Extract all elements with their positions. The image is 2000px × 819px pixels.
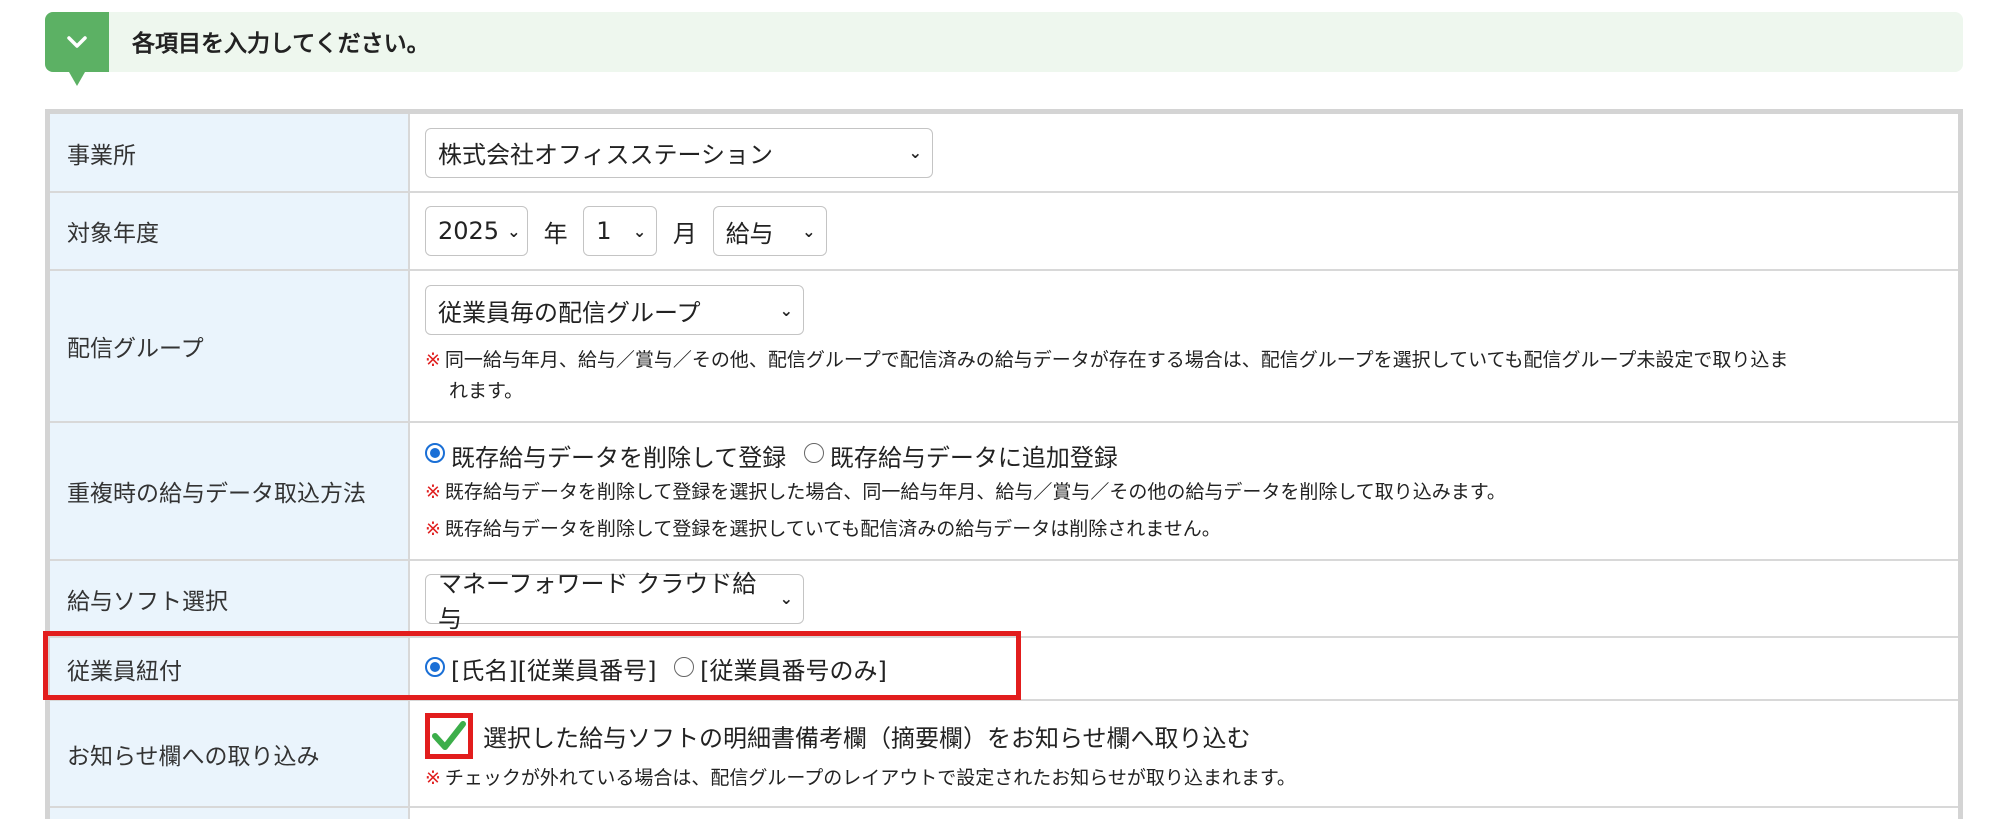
duplicate-option-append[interactable]: 既存給与データに追加登録 xyxy=(830,444,1118,472)
duplicate-radio-group: 既存給与データを削除して登録 既存給与データに追加登録 xyxy=(425,438,1958,473)
payment-type-select-value: 給与 xyxy=(725,219,774,248)
group-label: 配信グループ xyxy=(50,270,410,423)
next-label xyxy=(50,807,410,819)
chevron-down-icon: ⌄ xyxy=(507,221,521,241)
notice-note-text: チェックが外れている場合は、配信グループのレイアウトで設定されたお知らせが取り込… xyxy=(444,767,1296,789)
notice-note: ※ チェックが外れている場合は、配信グループのレイアウトで設定されたお知らせが取り… xyxy=(425,763,1958,794)
office-cell: 株式会社オフィスステーション ⌄ xyxy=(409,114,1958,193)
notice-checkbox-row: 選択した給与ソフトの明細書備考欄（摘要欄）をお知らせ欄へ取り込む xyxy=(425,713,1958,759)
employee-link-option-name-number[interactable]: [氏名][従業員番号] xyxy=(451,657,656,685)
import-settings-form: 事業所 株式会社オフィスステーション ⌄ 対象年度 2025 ⌄ 年 1 ⌄ 月… xyxy=(45,109,1963,819)
row-period: 対象年度 2025 ⌄ 年 1 ⌄ 月 給与 ⌄ xyxy=(50,192,1958,271)
office-select[interactable]: 株式会社オフィスステーション ⌄ xyxy=(425,127,933,178)
period-cell: 2025 ⌄ 年 1 ⌄ 月 給与 ⌄ xyxy=(409,192,1958,271)
employee-link-radio-name-number[interactable] xyxy=(425,656,445,677)
year-unit: 年 xyxy=(543,219,568,248)
note-mark: ※ xyxy=(425,767,441,789)
office-select-value: 株式会社オフィスステーション xyxy=(438,141,774,169)
duplicate-note-2: ※ 既存給与データを削除して登録を選択していても配信済みの給与データは削除されませ… xyxy=(425,514,1958,545)
chevron-down-icon: ⌄ xyxy=(802,221,816,241)
duplicate-note-1-text: 既存給与データを削除して登録を選択した場合、同一給与年月、給与／賞与／その他の給… xyxy=(444,480,1506,503)
year-select-value: 2025 xyxy=(438,217,500,245)
month-select[interactable]: 1 ⌄ xyxy=(583,206,658,256)
duplicate-radio-append[interactable] xyxy=(803,443,824,463)
group-select-value: 従業員毎の配信グループ xyxy=(438,298,701,327)
chevron-down-icon: ⌄ xyxy=(908,143,922,162)
employee-link-option-number-only[interactable]: [従業員番号のみ] xyxy=(700,657,887,685)
duplicate-option-delete[interactable]: 既存給与データを削除して登録 xyxy=(451,444,786,472)
row-notice: お知らせ欄への取り込み 選択した給与ソフトの明細書備考欄（摘要欄）をお知らせ欄へ… xyxy=(50,700,1958,808)
row-next xyxy=(50,807,1958,819)
month-select-value: 1 xyxy=(596,217,612,245)
software-cell: マネーフォワード クラウド給与 ⌄ xyxy=(409,560,1958,638)
next-cell xyxy=(409,807,1958,819)
row-software: 給与ソフト選択 マネーフォワード クラウド給与 ⌄ xyxy=(50,560,1958,638)
notice-cell: 選択した給与ソフトの明細書備考欄（摘要欄）をお知らせ欄へ取り込む ※ チェックが外… xyxy=(409,700,1958,808)
month-unit: 月 xyxy=(672,219,697,248)
row-duplicate: 重複時の給与データ取込方法 既存給与データを削除して登録 既存給与データに追加登… xyxy=(50,422,1958,561)
duplicate-label: 重複時の給与データ取込方法 xyxy=(50,422,410,561)
chevron-down-icon: ⌄ xyxy=(632,221,647,241)
notice-label: お知らせ欄への取り込み xyxy=(50,700,410,808)
row-group: 配信グループ 従業員毎の配信グループ ⌄ ※ 同一給与年月、給与／賞与／その他、配… xyxy=(50,270,1958,423)
group-note-line1: 同一給与年月、給与／賞与／その他、配信グループで配信済みの給与データが存在する場… xyxy=(444,349,1789,371)
chevron-down-icon: ⌄ xyxy=(779,300,793,320)
payment-type-select[interactable]: 給与 ⌄ xyxy=(712,206,827,256)
software-select[interactable]: マネーフォワード クラウド給与 ⌄ xyxy=(425,570,804,633)
duplicate-radio-delete[interactable] xyxy=(425,443,445,463)
group-note: ※ 同一給与年月、給与／賞与／その他、配信グループで配信済みの給与データが存在する… xyxy=(425,345,1958,407)
software-select-value: マネーフォワード クラウド給与 xyxy=(438,569,757,633)
group-select[interactable]: 従業員毎の配信グループ ⌄ xyxy=(425,285,804,335)
employee-link-label: 従業員紐付 xyxy=(50,637,410,701)
office-label: 事業所 xyxy=(50,114,410,193)
note-mark: ※ xyxy=(425,517,441,540)
chevron-down-icon xyxy=(45,12,109,86)
notice-checkbox-label[interactable]: 選択した給与ソフトの明細書備考欄（摘要欄）をお知らせ欄へ取り込む xyxy=(483,725,1251,753)
row-employee-link: 従業員紐付 [氏名][従業員番号] [従業員番号のみ] xyxy=(50,637,1958,701)
year-select[interactable]: 2025 ⌄ xyxy=(425,206,528,256)
duplicate-note-1: ※ 既存給与データを削除して登録を選択した場合、同一給与年月、給与／賞与／その他の… xyxy=(425,477,1958,508)
software-label: 給与ソフト選択 xyxy=(50,560,410,638)
group-cell: 従業員毎の配信グループ ⌄ ※ 同一給与年月、給与／賞与／その他、配信グループで配… xyxy=(409,270,1958,423)
note-mark: ※ xyxy=(425,480,441,503)
employee-link-radio-number-only[interactable] xyxy=(674,656,695,677)
duplicate-note-2-text: 既存給与データを削除して登録を選択していても配信済みの給与データは削除されません… xyxy=(444,517,1221,540)
row-office: 事業所 株式会社オフィスステーション ⌄ xyxy=(50,114,1958,193)
instruction-title: 各項目を入力してください。 xyxy=(132,31,430,57)
chevron-down-icon: ⌄ xyxy=(779,589,793,608)
notice-checkbox[interactable] xyxy=(425,713,473,759)
note-mark: ※ xyxy=(425,349,441,371)
period-label: 対象年度 xyxy=(50,192,410,271)
group-note-line2: れます。 xyxy=(449,380,524,402)
duplicate-cell: 既存給与データを削除して登録 既存給与データに追加登録 ※ 既存給与データを削除し… xyxy=(409,422,1958,561)
employee-link-cell: [氏名][従業員番号] [従業員番号のみ] xyxy=(409,637,1958,701)
checkmark-icon xyxy=(432,721,466,750)
